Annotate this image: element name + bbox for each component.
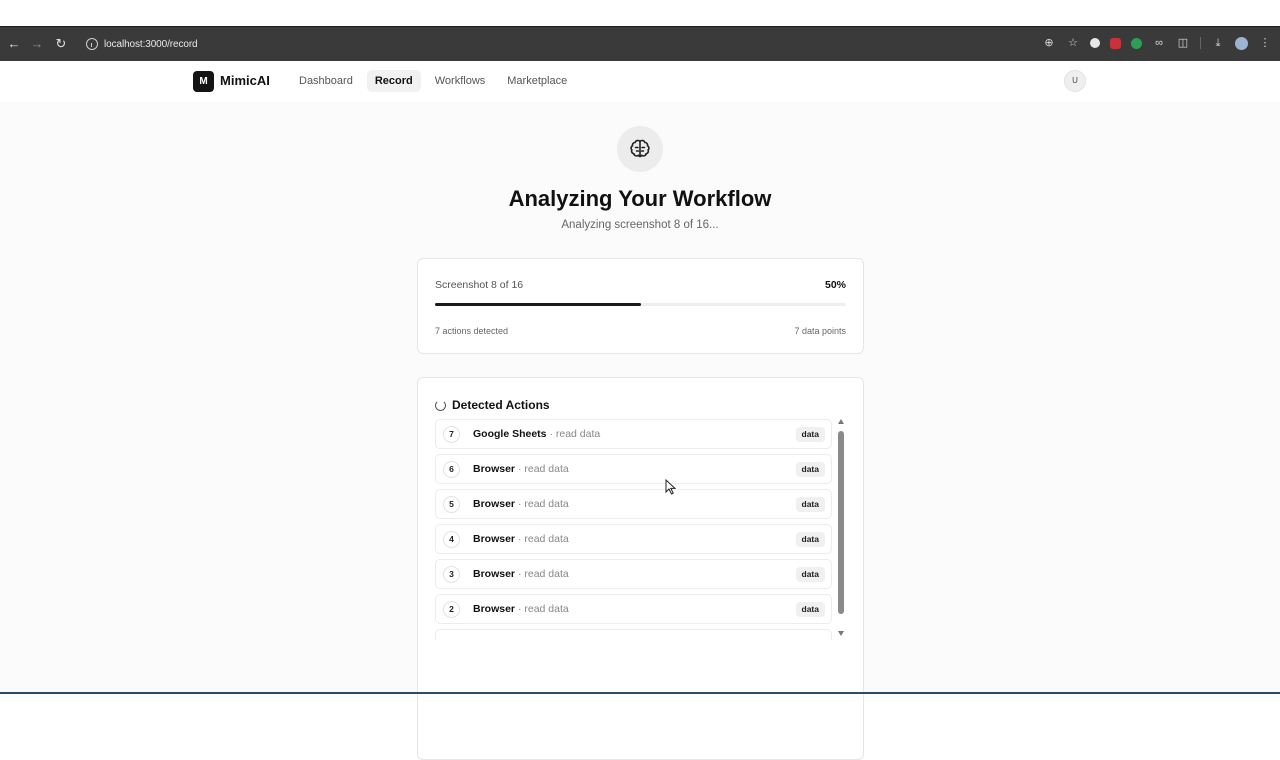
avatar[interactable]: U bbox=[1064, 70, 1086, 92]
logo-mark[interactable]: M bbox=[193, 71, 214, 92]
action-tag: data bbox=[795, 567, 825, 582]
list-item[interactable]: 6 Browser · read data data bbox=[435, 454, 832, 484]
main-content: Analyzing Your Workflow Analyzing screen… bbox=[0, 102, 1280, 760]
action-tag: data bbox=[795, 427, 825, 442]
page-subtitle: Analyzing screenshot 8 of 16... bbox=[561, 219, 719, 231]
detected-actions-list[interactable]: 7 Google Sheets · read data data 6 Brows… bbox=[435, 419, 832, 640]
mouse-cursor-icon bbox=[665, 479, 677, 495]
progress-label: Screenshot 8 of 16 bbox=[435, 279, 524, 291]
action-type: · read data bbox=[517, 603, 569, 615]
action-app: Browser · read data bbox=[473, 533, 569, 545]
forward-icon[interactable]: → bbox=[29, 36, 45, 52]
nav-dashboard[interactable]: Dashboard bbox=[291, 70, 361, 92]
app-header: M MimicAI Dashboard Record Workflows Mar… bbox=[0, 61, 1280, 103]
browser-toolbar: ← → ↻ localhost:3000/record ⊕ ☆ ∞ ◫ ⤓ ⋮ bbox=[0, 26, 1280, 61]
action-app: Browser · read data bbox=[473, 463, 569, 475]
action-number: 6 bbox=[443, 461, 460, 478]
progress-bar bbox=[435, 303, 846, 306]
progress-percent: 50% bbox=[824, 279, 846, 291]
action-number: 3 bbox=[443, 566, 460, 583]
address-bar[interactable]: localhost:3000/record bbox=[80, 33, 1020, 55]
actions-detected-count: 7 actions detected bbox=[435, 326, 509, 336]
action-app-name: Browser bbox=[473, 533, 516, 545]
action-type: · read data bbox=[517, 568, 569, 580]
bookmark-star-icon[interactable]: ☆ bbox=[1066, 36, 1080, 50]
reload-icon[interactable]: ↻ bbox=[53, 36, 69, 52]
action-number: 5 bbox=[443, 496, 460, 513]
list-item[interactable]: 4 Browser · read data data bbox=[435, 524, 832, 554]
action-app: Google Sheets · read data bbox=[473, 428, 600, 440]
progress-card: Screenshot 8 of 16 50% 7 actions detecte… bbox=[417, 258, 864, 354]
action-type: · read data bbox=[517, 463, 569, 475]
action-type: · read data bbox=[517, 498, 569, 510]
action-type: · read data bbox=[549, 428, 601, 440]
detected-actions-card: Detected Actions 7 Google Sheets · read … bbox=[417, 377, 864, 760]
app-name[interactable]: MimicAI bbox=[220, 73, 270, 88]
profile-icon[interactable] bbox=[1235, 36, 1248, 50]
action-tag: data bbox=[795, 462, 825, 477]
back-icon[interactable]: ← bbox=[6, 36, 22, 52]
detected-actions-header: Detected Actions bbox=[435, 398, 550, 412]
action-number: 2 bbox=[443, 601, 460, 618]
scroll-up-arrow-icon[interactable] bbox=[838, 419, 844, 424]
list-item-partial[interactable] bbox=[435, 629, 832, 640]
bottom-border bbox=[0, 692, 1280, 694]
action-type: · read data bbox=[517, 533, 569, 545]
action-app: Browser · read data bbox=[473, 498, 569, 510]
action-tag: data bbox=[795, 532, 825, 547]
action-app-name: Browser bbox=[473, 603, 516, 615]
page-title: Analyzing Your Workflow bbox=[508, 186, 772, 211]
scrollbar-thumb[interactable] bbox=[838, 431, 844, 614]
extension-red-icon[interactable] bbox=[1110, 37, 1121, 49]
action-number: 4 bbox=[443, 531, 460, 548]
data-points-count: 7 data points bbox=[794, 326, 846, 336]
list-item[interactable]: 5 Browser · read data data bbox=[435, 489, 832, 519]
nav-workflows[interactable]: Workflows bbox=[427, 70, 494, 92]
list-item[interactable]: 7 Google Sheets · read data data bbox=[435, 419, 832, 449]
brain-icon bbox=[617, 126, 663, 172]
menu-dots-icon[interactable]: ⋮ bbox=[1258, 36, 1272, 50]
extensions-area: ⊕ ☆ ∞ ◫ ⤓ ⋮ bbox=[1042, 36, 1272, 50]
download-icon[interactable]: ⤓ bbox=[1211, 36, 1225, 50]
progress-bar-fill bbox=[435, 303, 641, 306]
action-app-name: Browser bbox=[473, 498, 516, 510]
action-tag: data bbox=[795, 497, 825, 512]
nav-record[interactable]: Record bbox=[366, 70, 421, 92]
toolbar-divider bbox=[1200, 37, 1201, 49]
list-item[interactable]: 2 Browser · read data data bbox=[435, 594, 832, 624]
detected-actions-title: Detected Actions bbox=[452, 398, 550, 412]
action-tag: data bbox=[795, 602, 825, 617]
extension-icon[interactable] bbox=[1090, 38, 1100, 48]
infinity-icon[interactable]: ∞ bbox=[1152, 36, 1166, 50]
url-text: localhost:3000/record bbox=[104, 38, 198, 50]
action-app: Browser · read data bbox=[473, 603, 569, 615]
zoom-icon[interactable]: ⊕ bbox=[1042, 36, 1056, 50]
action-app-name: Browser bbox=[473, 568, 516, 580]
action-app: Browser · read data bbox=[473, 568, 569, 580]
loading-spinner-icon bbox=[435, 399, 446, 411]
site-info-icon[interactable] bbox=[86, 38, 98, 50]
scroll-down-arrow-icon[interactable] bbox=[838, 631, 844, 636]
list-item[interactable]: 3 Browser · read data data bbox=[435, 559, 832, 589]
action-app-name: Google Sheets bbox=[473, 428, 547, 440]
extension-green-icon[interactable] bbox=[1131, 37, 1142, 49]
action-app-name: Browser bbox=[473, 463, 516, 475]
puzzle-icon[interactable]: ◫ bbox=[1176, 36, 1190, 50]
action-number: 7 bbox=[443, 426, 460, 443]
nav-marketplace[interactable]: Marketplace bbox=[499, 70, 575, 92]
main-nav: Dashboard Record Workflows Marketplace bbox=[291, 70, 575, 92]
